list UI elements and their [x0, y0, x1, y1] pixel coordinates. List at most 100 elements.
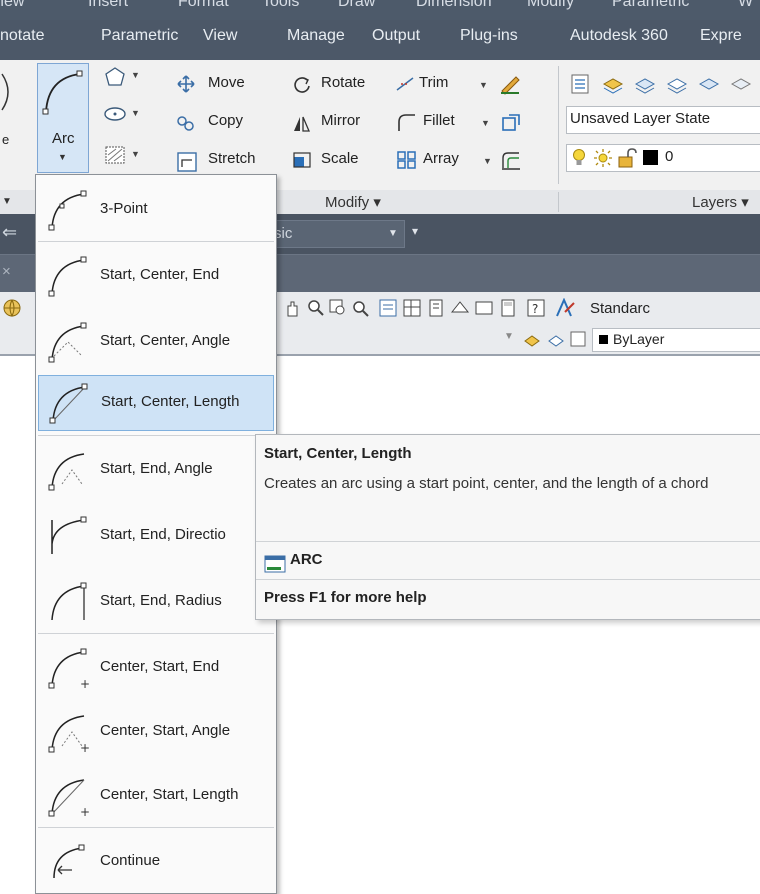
chevron-down-icon[interactable]: ▼: [504, 331, 514, 342]
menu-item-start-center-length[interactable]: Start, Center, Length: [38, 375, 274, 431]
menu-item-start-center-angle[interactable]: Start, Center, Angle: [38, 315, 274, 369]
tab-autodesk-360[interactable]: Autodesk 360: [570, 27, 668, 45]
circle-tool-icon[interactable]: [0, 72, 20, 112]
menu-item-start-center-end[interactable]: Start, Center, End: [38, 249, 274, 303]
close-icon[interactable]: ×: [2, 263, 11, 280]
layer-unisolate-icon[interactable]: [665, 72, 689, 96]
tab-plugins[interactable]: Plug-ins: [460, 27, 518, 45]
zoom-previous-icon[interactable]: [350, 298, 370, 318]
menu-tools[interactable]: Tools: [262, 0, 299, 11]
stretch-icon: [177, 152, 197, 172]
arc-start-end-angle-icon: [48, 453, 85, 491]
chevron-down-icon[interactable]: ▼: [483, 156, 492, 166]
properties-icon[interactable]: [378, 298, 398, 318]
fillet-icon: [398, 114, 415, 131]
zoom-realtime-icon[interactable]: [306, 298, 326, 318]
menu-draw[interactable]: Draw: [338, 0, 375, 11]
menu-parametric[interactable]: Parametric: [612, 0, 689, 11]
chevron-down-icon[interactable]: ▼: [131, 70, 140, 80]
menu-insert[interactable]: Insert: [88, 0, 128, 11]
arc-button[interactable]: Arc ▼: [37, 63, 89, 173]
customize-toolbar-icon[interactable]: ▾: [412, 224, 418, 238]
layer-state-dropdown[interactable]: Unsaved Layer State: [566, 106, 760, 134]
menu-item-center-start-end[interactable]: + Center, Start, End: [38, 641, 274, 695]
menu-item-start-end-radius[interactable]: Start, End, Radius: [38, 575, 274, 629]
scale-button[interactable]: Scale: [321, 150, 359, 167]
back-arrow-icon[interactable]: ⇐: [2, 222, 17, 243]
tab-express[interactable]: Expre: [700, 27, 742, 45]
unlock-icon[interactable]: [617, 148, 637, 168]
color-dropdown[interactable]: ByLayer: [592, 328, 760, 352]
zoom-window-icon[interactable]: [328, 298, 348, 318]
workspace-dropdown[interactable]: sic ▼: [255, 220, 405, 248]
trim-button[interactable]: Trim: [419, 74, 448, 91]
stretch-button[interactable]: Stretch: [208, 150, 256, 167]
chevron-down-icon[interactable]: ▼: [479, 80, 488, 90]
move-button[interactable]: Move: [208, 74, 245, 91]
chevron-down-icon[interactable]: ▼: [2, 196, 12, 207]
chevron-down-icon[interactable]: ▼: [131, 108, 140, 118]
pan-icon[interactable]: [282, 298, 304, 318]
design-center-icon[interactable]: [402, 298, 422, 318]
arc-center-start-length-icon: +: [48, 779, 90, 818]
menu-item-continue[interactable]: Continue: [38, 835, 274, 889]
tab-annotate[interactable]: notate: [0, 27, 44, 45]
layer-off-icon[interactable]: [729, 72, 753, 96]
tab-manage[interactable]: Manage: [287, 27, 345, 45]
arc-start-center-length-icon: [49, 383, 88, 424]
layer-properties-icon[interactable]: [569, 72, 593, 96]
hatch-icon[interactable]: [103, 144, 127, 166]
text-style-icon[interactable]: [554, 298, 576, 318]
circle-tool-label: e: [2, 132, 10, 147]
menu-item-start-end-angle[interactable]: Start, End, Angle: [38, 443, 274, 497]
menu-format[interactable]: Format: [178, 0, 229, 11]
tab-output[interactable]: Output: [372, 27, 420, 45]
menu-item-start-end-direction[interactable]: Start, End, Directio: [38, 509, 274, 563]
markup-icon[interactable]: [474, 298, 494, 318]
copy-button[interactable]: Copy: [208, 112, 243, 129]
chevron-down-icon[interactable]: ▼: [131, 149, 140, 159]
sheet-set-icon[interactable]: [450, 298, 470, 318]
layer-isolate-icon[interactable]: [633, 72, 657, 96]
scale-icon: [293, 152, 311, 168]
ellipse-icon[interactable]: [103, 104, 127, 124]
polygon-icon[interactable]: [103, 65, 127, 89]
globe-icon[interactable]: [2, 298, 22, 318]
rotate-button[interactable]: Rotate: [321, 74, 365, 91]
text-style-dropdown[interactable]: Standarc: [590, 300, 650, 317]
menu-view[interactable]: View: [0, 0, 24, 11]
lightbulb-icon[interactable]: [571, 148, 587, 168]
tool-palettes-icon[interactable]: [426, 298, 446, 318]
explode-icon[interactable]: [500, 112, 522, 134]
menu-item-3-point[interactable]: 3-Point: [38, 183, 274, 237]
chevron-down-icon[interactable]: ▼: [481, 118, 490, 128]
menu-window[interactable]: W: [738, 0, 753, 11]
svg-text:?: ?: [532, 302, 538, 316]
layers-panel-title[interactable]: Layers ▾: [692, 193, 749, 211]
menu-dimension[interactable]: Dimension: [416, 0, 492, 11]
array-button[interactable]: Array: [423, 150, 459, 167]
menu-item-center-start-length[interactable]: + Center, Start, Length: [38, 769, 274, 823]
modify-panel-title[interactable]: Modify ▾: [325, 193, 381, 211]
layer-match-icon[interactable]: [546, 329, 566, 349]
menu-modify[interactable]: Modify: [527, 0, 574, 11]
sun-icon[interactable]: [593, 148, 613, 168]
arc-start-end-direction-icon: [51, 516, 87, 554]
fillet-button[interactable]: Fillet: [423, 112, 455, 129]
tab-parametric[interactable]: Parametric: [101, 27, 178, 45]
layer-states-icon[interactable]: [601, 72, 625, 96]
offset-icon[interactable]: [500, 150, 522, 172]
layer-freeze-icon[interactable]: [697, 72, 721, 96]
arc-button-label: Arc: [52, 130, 75, 147]
layer-dropdown[interactable]: 0: [566, 144, 760, 172]
layer-previous-icon[interactable]: [522, 329, 542, 349]
tab-view[interactable]: View: [203, 27, 237, 45]
help-icon[interactable]: ?: [526, 298, 546, 318]
layer-walk-icon[interactable]: [568, 329, 588, 349]
menu-item-center-start-angle[interactable]: + Center, Start, Angle: [38, 705, 274, 759]
calculator-icon[interactable]: [498, 298, 518, 318]
array-icon: [397, 151, 416, 169]
mirror-button[interactable]: Mirror: [321, 112, 360, 129]
erase-icon[interactable]: [498, 73, 522, 95]
arc-start-end-radius-icon: [51, 582, 87, 621]
